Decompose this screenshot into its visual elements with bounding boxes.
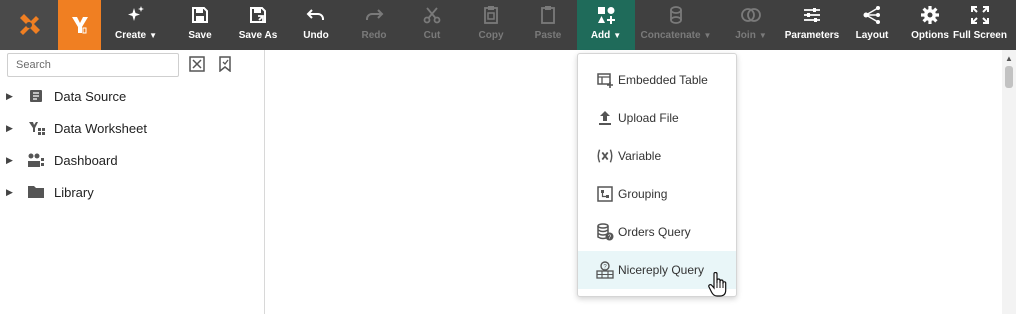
- parameters-button[interactable]: Parameters: [783, 0, 841, 50]
- join-label: Join: [735, 30, 756, 41]
- layout-button[interactable]: Layout: [852, 0, 892, 50]
- expand-arrow-icon[interactable]: ▶: [6, 123, 13, 134]
- worksheet-logo-icon: [71, 17, 88, 34]
- paste-label: Paste: [534, 30, 562, 41]
- search-input[interactable]: [7, 53, 179, 77]
- add-button[interactable]: Add ▼: [577, 0, 635, 50]
- create-button[interactable]: Create ▼: [108, 0, 164, 50]
- parameters-label: Parameters: [784, 30, 840, 41]
- add-shapes-icon: [595, 5, 617, 25]
- upload-icon: [596, 109, 614, 127]
- tree-item-data-source[interactable]: ▶ Data Source: [0, 85, 126, 107]
- concatenate-button[interactable]: Concatenate ▼: [638, 0, 714, 50]
- save-button[interactable]: Save: [180, 0, 220, 50]
- undo-button[interactable]: Undo: [298, 0, 334, 50]
- clipboard-icon: [537, 5, 559, 25]
- layout-tree-icon: [861, 5, 883, 25]
- concatenate-label: Concatenate: [640, 30, 701, 41]
- tree-item-label: Dashboard: [54, 152, 118, 168]
- chevron-down-icon: ▼: [613, 31, 622, 40]
- full-screen-label: Full Screen: [953, 30, 1007, 41]
- save-as-button[interactable]: Save As: [233, 0, 283, 50]
- menu-item-variable[interactable]: Variable: [578, 137, 736, 175]
- options-label: Options: [911, 30, 949, 41]
- redo-icon: [363, 5, 385, 25]
- menu-item-label: Orders Query: [618, 225, 691, 239]
- data-source-icon: [26, 89, 46, 103]
- asset-sidebar: ▶ Data Source ▶ Data Worksheet ▶ Dashboa…: [0, 50, 265, 314]
- tree-item-label: Data Worksheet: [54, 120, 147, 136]
- expand-icon: [969, 5, 991, 25]
- paste-button[interactable]: Paste: [530, 0, 566, 50]
- cut-button[interactable]: Cut: [416, 0, 448, 50]
- menu-item-label: Variable: [618, 149, 662, 163]
- undo-label: Undo: [303, 30, 329, 41]
- expand-arrow-icon[interactable]: ▶: [6, 155, 13, 166]
- undo-icon: [305, 5, 327, 25]
- dashboard-icon: [26, 152, 46, 168]
- menu-item-grouping[interactable]: Grouping: [578, 175, 736, 213]
- grouping-icon: [596, 185, 614, 203]
- cut-label: Cut: [423, 30, 441, 41]
- options-button[interactable]: Options: [908, 0, 952, 50]
- worksheet-logo[interactable]: [58, 0, 101, 50]
- menu-item-embedded-table[interactable]: Embedded Table: [578, 61, 736, 99]
- save-as-label: Save As: [238, 30, 278, 41]
- scroll-up-icon[interactable]: ▲: [1005, 54, 1013, 63]
- app-logo[interactable]: [0, 0, 58, 50]
- tree-item-data-worksheet[interactable]: ▶ Data Worksheet: [0, 117, 147, 139]
- tabular-query-icon: ?: [596, 261, 614, 279]
- chevron-down-icon: ▼: [703, 31, 712, 40]
- save-as-icon: [247, 5, 269, 25]
- menu-item-label: Upload File: [618, 111, 679, 125]
- sparkle-icon: [125, 5, 147, 25]
- save-label: Save: [188, 30, 212, 41]
- scissors-icon: [421, 5, 443, 25]
- full-screen-button[interactable]: Full Screen: [952, 0, 1008, 50]
- clear-filter-icon[interactable]: [189, 56, 205, 72]
- chevron-down-icon: ▼: [758, 31, 767, 40]
- hand-pointer-icon: [708, 271, 728, 298]
- redo-label: Redo: [361, 30, 387, 41]
- variable-icon: [596, 147, 614, 165]
- tree-item-label: Library: [54, 184, 94, 200]
- scroll-thumb[interactable]: [1005, 66, 1013, 88]
- add-label: Add: [590, 30, 611, 41]
- join-icon: [740, 5, 762, 25]
- expand-arrow-icon[interactable]: ▶: [6, 91, 13, 102]
- menu-item-label: Embedded Table: [618, 73, 708, 87]
- redo-button[interactable]: Redo: [356, 0, 392, 50]
- chevron-down-icon: ▼: [149, 31, 158, 40]
- menu-item-upload-file[interactable]: Upload File: [578, 99, 736, 137]
- add-dropdown-menu: Embedded Table Upload File Variable Grou…: [577, 53, 737, 297]
- concatenate-icon: [665, 5, 687, 25]
- join-button[interactable]: Join ▼: [724, 0, 778, 50]
- copy-label: Copy: [478, 30, 504, 41]
- app-logo-icon: [20, 14, 40, 35]
- sliders-icon: [801, 5, 823, 25]
- tree-item-library[interactable]: ▶ Library: [0, 181, 94, 203]
- expand-arrow-icon[interactable]: ▶: [6, 187, 13, 198]
- copy-icon: [480, 5, 502, 25]
- tree-item-dashboard[interactable]: ▶ Dashboard: [0, 149, 118, 171]
- query-icon: ?: [596, 223, 614, 241]
- menu-item-label: Grouping: [618, 187, 668, 201]
- create-label: Create: [114, 30, 147, 41]
- canvas-scrollbar[interactable]: ▲: [1002, 50, 1016, 314]
- menu-item-orders-query[interactable]: ? Orders Query: [578, 213, 736, 251]
- tree-item-label: Data Source: [54, 88, 127, 104]
- save-icon: [189, 5, 211, 25]
- menu-item-label: Nicereply Query: [618, 263, 705, 277]
- bookmark-icon[interactable]: [217, 56, 233, 73]
- gear-icon: [919, 5, 941, 25]
- embedded-table-icon: [596, 71, 614, 89]
- layout-label: Layout: [855, 30, 889, 41]
- copy-button[interactable]: Copy: [473, 0, 509, 50]
- folder-icon: [26, 185, 46, 199]
- data-worksheet-icon: [26, 120, 46, 136]
- main-toolbar: Create ▼ Save Save As Undo Redo Cut Copy…: [0, 0, 1016, 50]
